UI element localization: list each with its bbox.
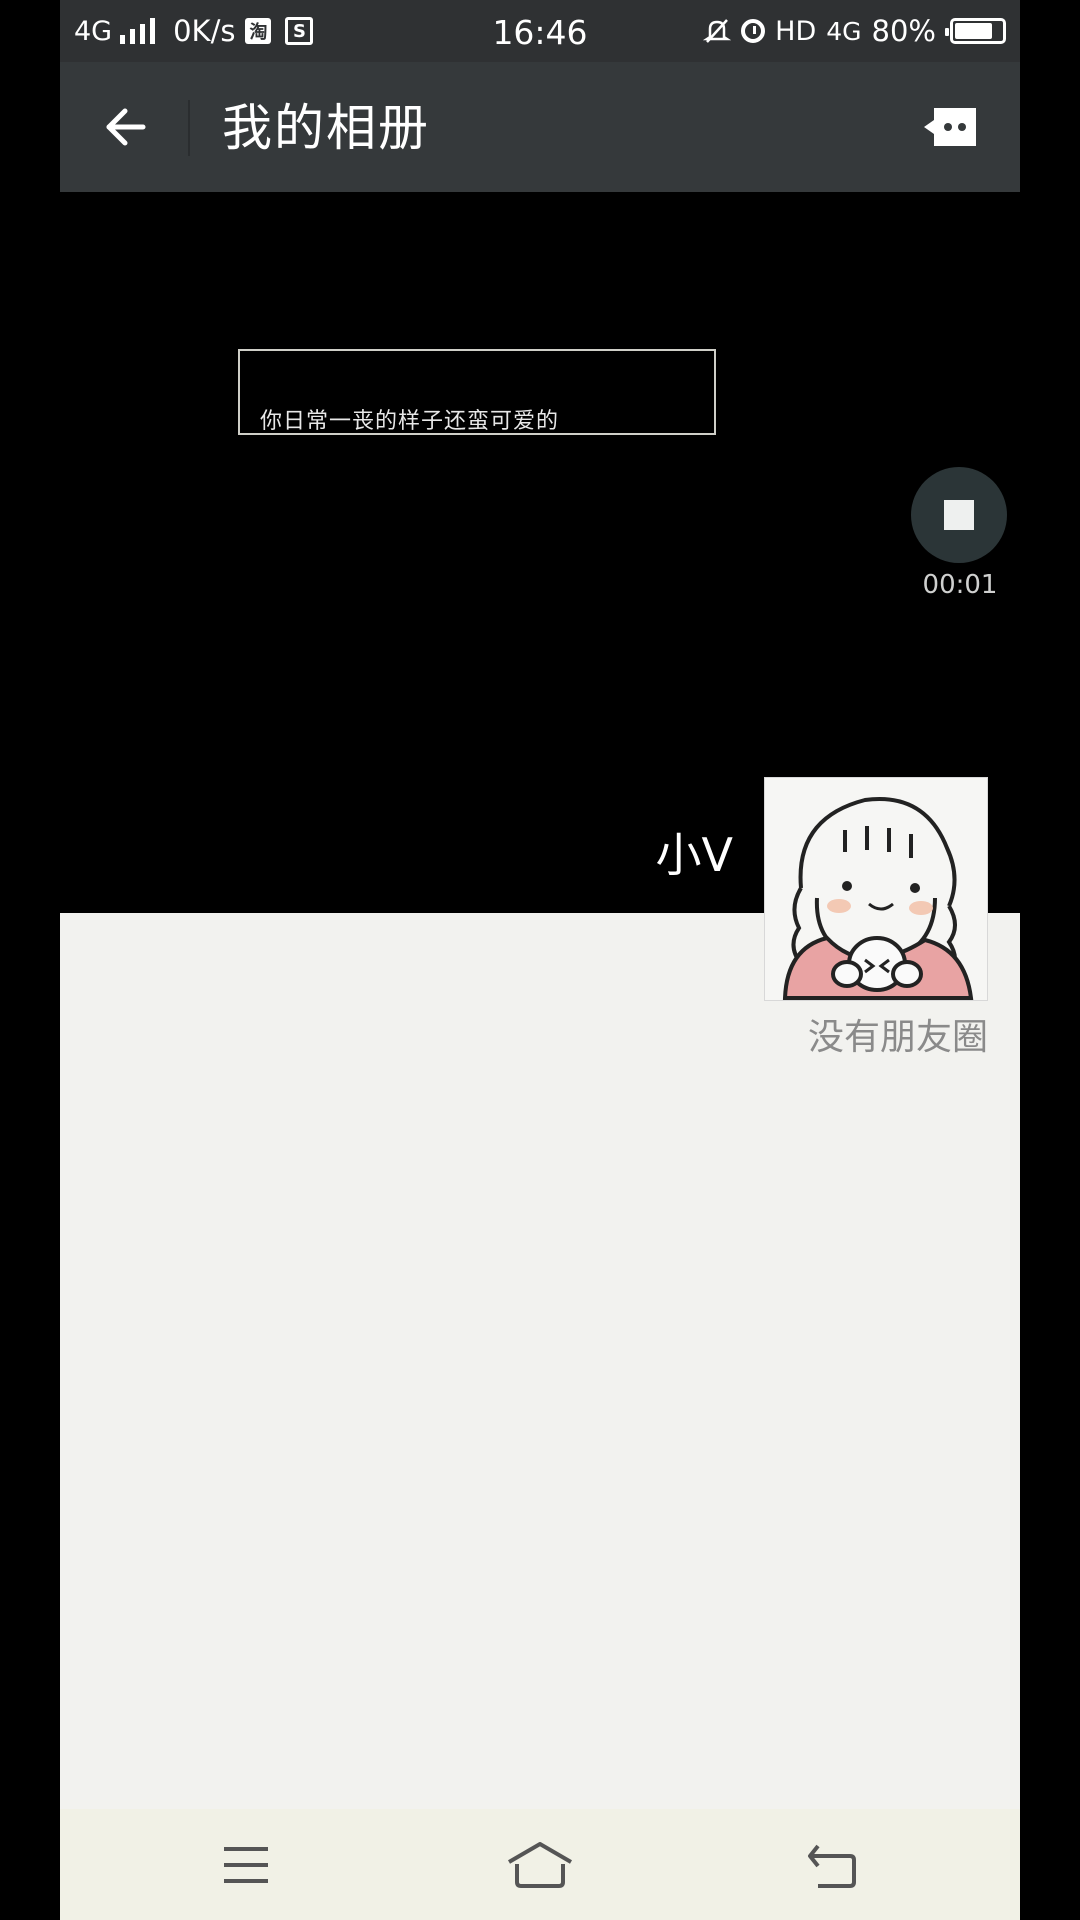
- mute-icon: [703, 17, 732, 45]
- screen: 4G 0K/s 淘 S 16:46 HD 4G 80% 我的相册 你日常一丧的样…: [60, 0, 1020, 1920]
- home-button[interactable]: [500, 1835, 580, 1895]
- battery-fill: [955, 23, 992, 39]
- battery-percent: 80%: [871, 14, 936, 48]
- status-bar: 4G 0K/s 淘 S 16:46 HD 4G 80%: [60, 0, 1020, 62]
- menu-icon: [224, 1847, 268, 1883]
- stop-icon: [944, 500, 974, 530]
- avatar[interactable]: [764, 777, 988, 1001]
- playback-timer: 00:01: [922, 570, 998, 600]
- return-button[interactable]: [792, 1835, 872, 1895]
- alarm-icon: [741, 19, 766, 43]
- home-icon: [507, 1842, 573, 1888]
- status-right: HD 4G 80%: [703, 0, 1006, 62]
- girl-avatar-image: [765, 778, 987, 1000]
- back-button[interactable]: [90, 92, 160, 162]
- more-button[interactable]: [910, 92, 990, 162]
- caption-box: 你日常一丧的样子还蛮可爱的: [238, 349, 716, 435]
- empty-moments-text: 没有朋友圈: [807, 1017, 988, 1058]
- return-icon: [808, 1844, 856, 1888]
- page-title: 我的相册: [222, 99, 430, 157]
- username: 小V: [655, 828, 733, 882]
- arrow-left-icon: [106, 108, 146, 146]
- chat-bubble-more-icon: [924, 108, 976, 146]
- network-type-right: 4G: [826, 16, 862, 46]
- navigation-bar: [60, 1809, 1020, 1920]
- stop-button[interactable]: [911, 467, 1007, 563]
- title-bar: 我的相册: [60, 62, 1020, 192]
- caption-text: 你日常一丧的样子还蛮可爱的: [260, 409, 560, 434]
- battery-icon: [945, 18, 1006, 44]
- menu-button[interactable]: [206, 1835, 286, 1895]
- hd-label: HD: [775, 15, 817, 47]
- title-divider: [188, 100, 190, 156]
